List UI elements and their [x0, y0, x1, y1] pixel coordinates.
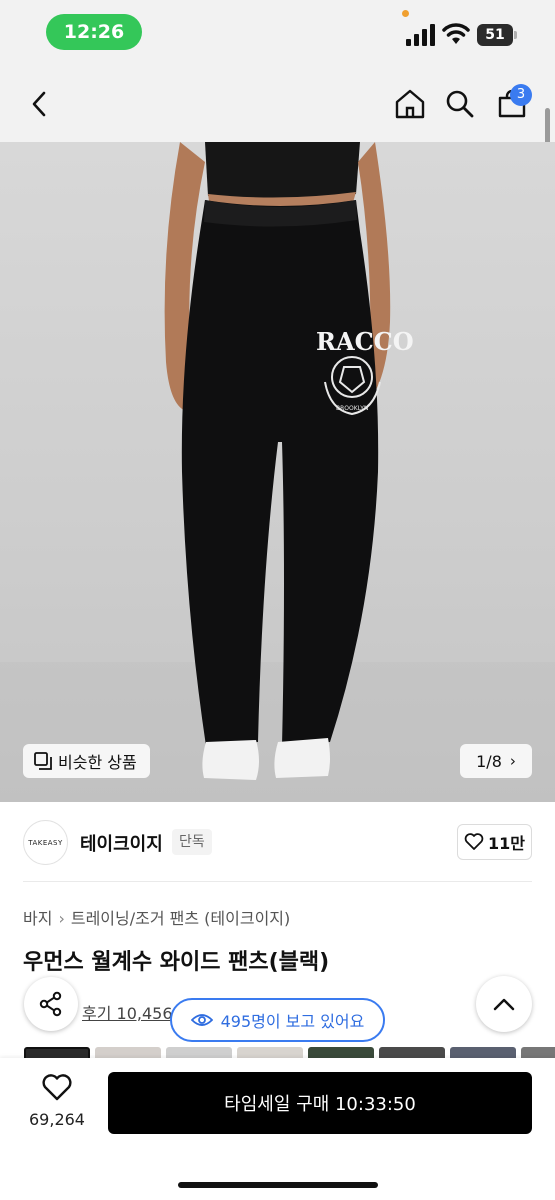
recording-dot — [402, 10, 409, 17]
divider — [23, 881, 532, 882]
cart-count-badge: 3 — [510, 84, 532, 106]
status-bar: 12:26 51 — [0, 0, 555, 66]
image-counter: 1/8 — [476, 751, 502, 771]
wifi-icon — [442, 23, 470, 44]
viewers-text: 495명이 보고 있어요 — [220, 1012, 365, 1031]
viewers-notice: 495명이 보고 있어요 — [170, 998, 385, 1042]
brand-like-button[interactable]: 11만 — [457, 824, 532, 860]
similar-products-icon — [34, 752, 52, 770]
battery-icon: 51 — [477, 24, 517, 46]
breadcrumb-separator-icon: › — [58, 909, 65, 928]
search-button[interactable] — [440, 84, 480, 124]
status-time: 12:26 — [46, 14, 142, 50]
share-icon — [39, 991, 62, 1017]
exclusive-badge: 단독 — [172, 829, 212, 855]
search-icon — [446, 90, 474, 118]
buy-button[interactable]: 타임세일 구매 10:33:50 — [108, 1072, 532, 1134]
brand-logo[interactable]: TAKEASY — [23, 820, 68, 865]
print-subtext: BROOKLYN — [336, 405, 368, 412]
back-arrow-icon — [32, 91, 46, 117]
brand-like-count: 11만 — [488, 834, 525, 853]
heart-icon — [42, 1074, 72, 1101]
print-text: RACCO — [316, 327, 414, 356]
product-image[interactable]: RACCO BROOKLYN — [0, 142, 555, 802]
home-icon — [395, 89, 425, 119]
image-counter-button[interactable]: 1/8 › — [460, 744, 532, 778]
bottom-bar: 69,264 타임세일 구매 10:33:50 — [0, 1058, 555, 1200]
cellular-signal-icon — [406, 24, 435, 46]
similar-products-button[interactable]: 비슷한 상품 — [23, 744, 150, 778]
brand-row: TAKEASY 테이크이지 단독 11만 — [0, 808, 555, 876]
wishlist-button[interactable]: 69,264 — [18, 1074, 96, 1129]
breadcrumb-item[interactable]: 트레이닝/조거 팬츠 (테이크이지) — [71, 909, 290, 928]
back-button[interactable] — [20, 84, 60, 124]
nav-header — [0, 66, 555, 142]
breadcrumb-item[interactable]: 바지 — [23, 909, 52, 928]
review-link[interactable]: 후기 10,456 — [82, 1000, 173, 1024]
wishlist-count: 69,264 — [29, 1110, 85, 1129]
product-title: 우먼스 월계수 와이드 팬츠(블랙) — [23, 950, 330, 975]
home-indicator — [178, 1182, 378, 1188]
chevron-up-icon — [493, 998, 515, 1011]
home-button[interactable] — [390, 84, 430, 124]
heart-icon — [464, 833, 484, 850]
product-photo: RACCO BROOKLYN — [0, 142, 555, 802]
battery-level: 51 — [485, 27, 505, 43]
breadcrumb: 바지 › 트레이닝/조거 팬츠 (테이크이지) — [23, 905, 290, 929]
eye-icon — [190, 1014, 213, 1026]
similar-products-label: 비슷한 상품 — [58, 753, 137, 772]
share-button[interactable] — [24, 977, 78, 1031]
scroll-top-button[interactable] — [476, 976, 532, 1032]
chevron-right-icon: › — [509, 752, 516, 770]
brand-name[interactable]: 테이크이지 — [80, 830, 163, 856]
